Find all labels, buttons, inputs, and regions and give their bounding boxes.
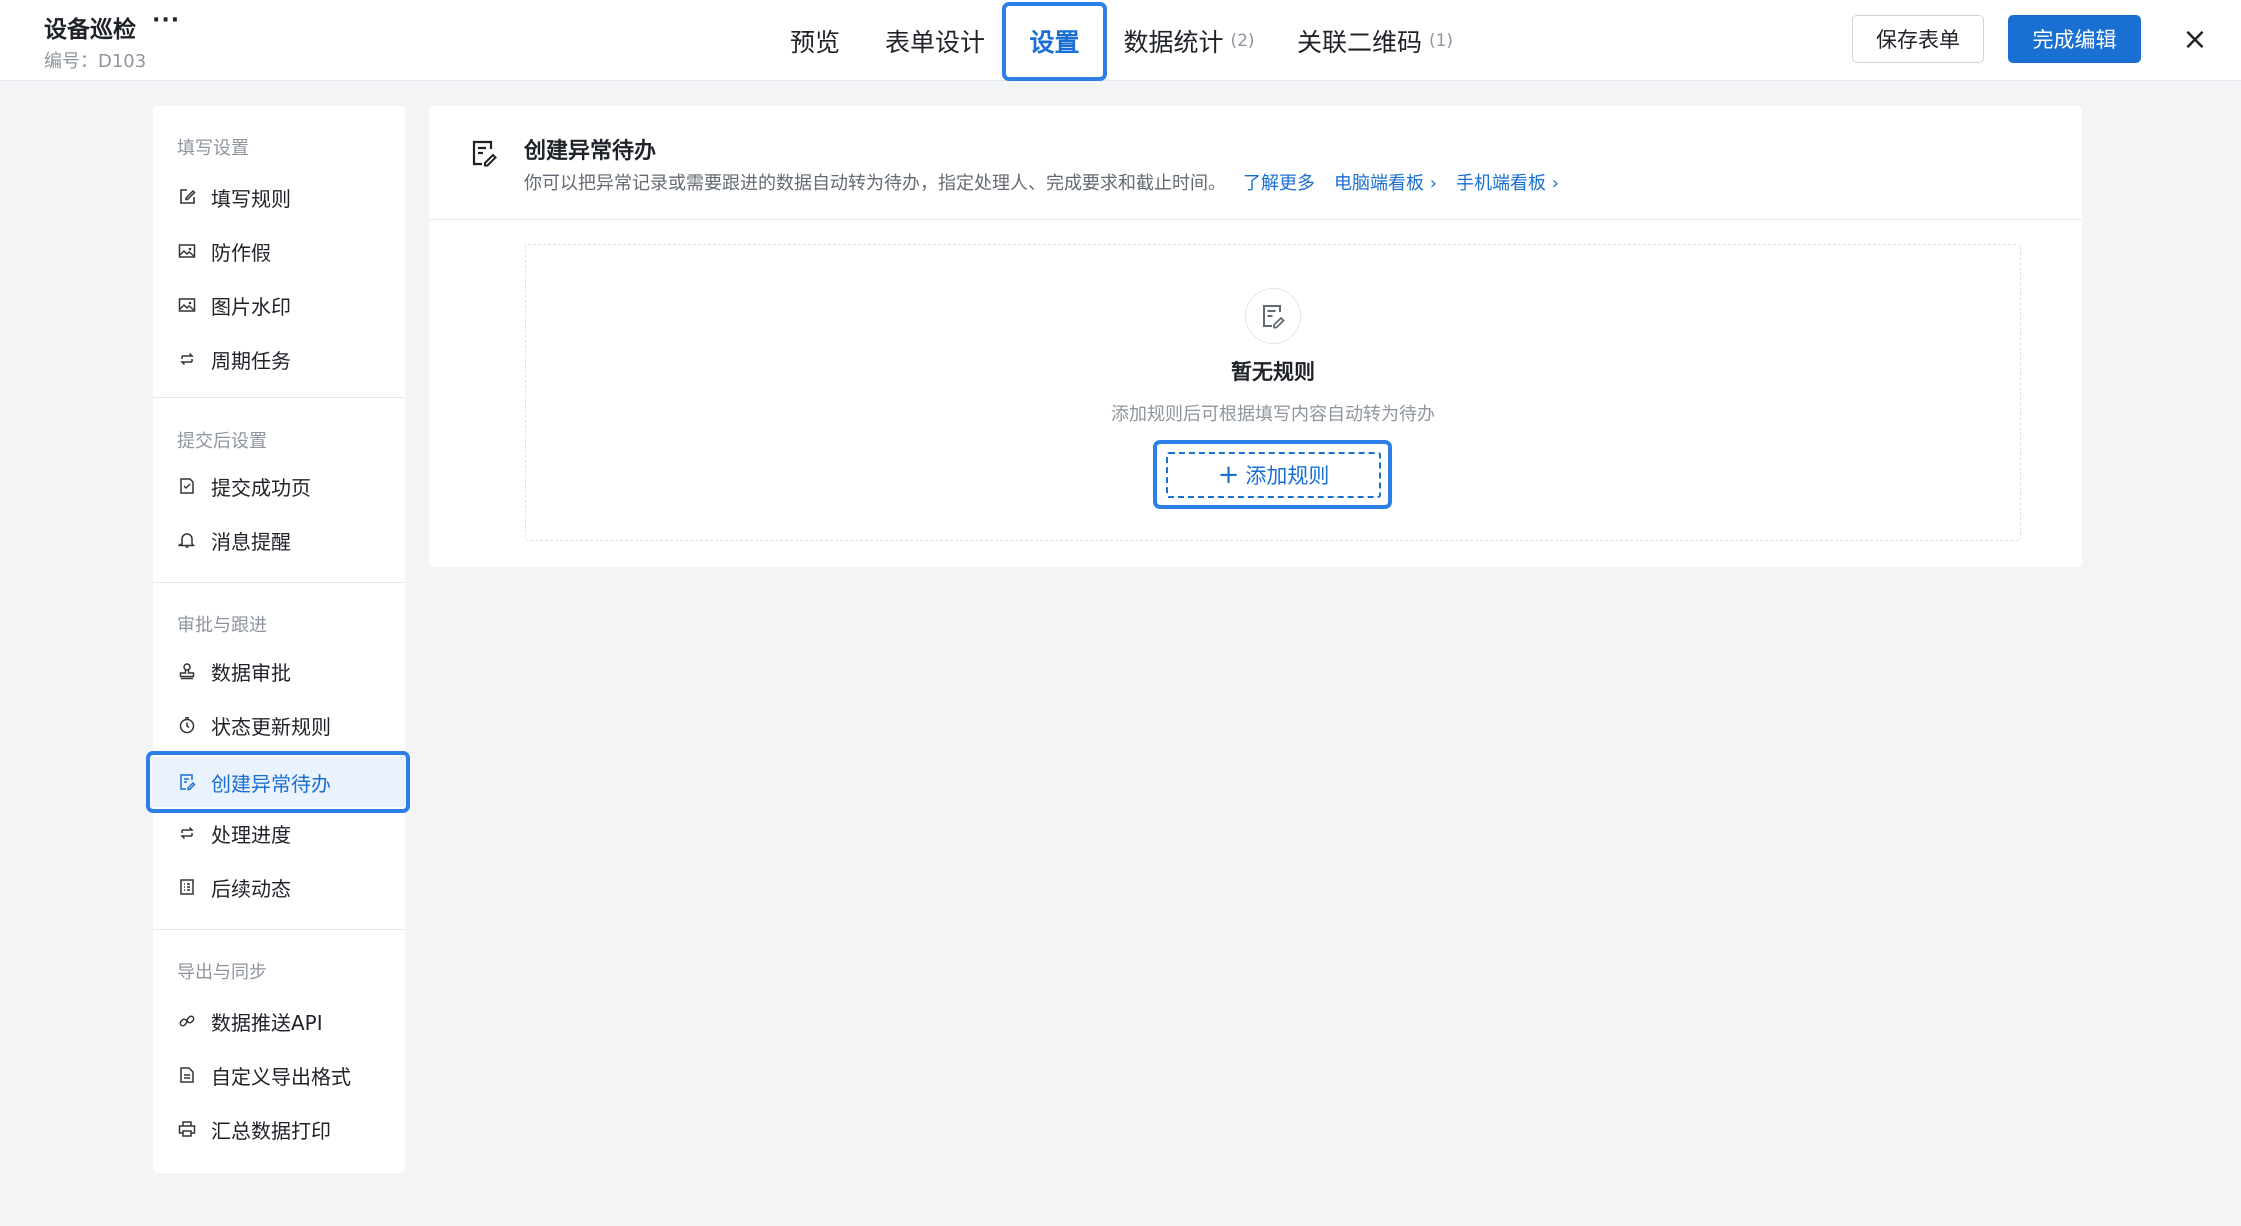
form-code: 编号：D103 [44,51,147,72]
sidebar-item-label: 填写规则 [211,186,291,211]
file-icon [177,1065,197,1085]
tab-data-stats[interactable]: 数据统计 (2) [1123,0,1255,81]
sidebar-item-label: 消息提醒 [211,529,291,554]
sidebar-item-label: 处理进度 [211,822,291,847]
save-form-button[interactable]: 保存表单 [1852,15,1984,63]
desktop-board-link[interactable]: 电脑端看板 › [1334,169,1437,195]
sidebar-item-follow-up-activity[interactable]: 后续动态 [153,862,405,912]
finish-edit-button[interactable]: 完成编辑 [2008,15,2141,63]
panel-divider [429,219,2082,220]
section-title-export-sync: 导出与同步 [177,962,267,983]
tab-label: 表单设计 [884,27,985,57]
sidebar-item-periodic-task[interactable]: 周期任务 [153,334,405,384]
tab-settings[interactable]: 设置 [1002,0,1107,81]
learn-more-link[interactable]: 了解更多 [1243,169,1315,195]
empty-title: 暂无规则 [1231,360,1315,384]
doc-edit-icon [469,138,499,168]
sidebar-item-label: 后续动态 [211,876,291,901]
sidebar-divider [153,582,405,583]
tab-preview[interactable]: 预览 [785,0,845,81]
sidebar-item-data-approval[interactable]: 数据审批 [153,646,405,696]
sidebar-item-label: 图片水印 [211,294,291,319]
add-rule-button[interactable]: + 添加规则 [1166,452,1381,498]
mobile-board-link[interactable]: 手机端看板 › [1456,169,1559,195]
tab-qr-code[interactable]: 关联二维码 (1) [1296,0,1454,81]
sidebar-item-label: 提交成功页 [211,475,311,500]
sidebar-divider [153,929,405,930]
sidebar-item-data-push-api[interactable]: 数据推送API [153,996,405,1046]
sidebar-item-progress[interactable]: 处理进度 [153,808,405,858]
section-title-fill-settings: 填写设置 [177,138,249,159]
sidebar-item-label: 汇总数据打印 [211,1118,331,1143]
sidebar-item-label: 防作假 [211,240,271,265]
cycle-icon [177,349,197,369]
tab-label: 预览 [789,27,840,57]
cycle-icon [177,823,197,843]
tab-label: 设置 [1029,27,1080,57]
sidebar-item-message-reminder[interactable]: 消息提醒 [153,515,405,565]
tab-count: (2) [1230,30,1255,51]
tab-count: (1) [1428,30,1454,51]
sidebar-item-create-exception-todo[interactable]: 创建异常待办 [153,757,405,807]
printer-icon [177,1119,197,1139]
sidebar-item-label: 周期任务 [211,348,291,373]
stamp-icon [177,661,197,681]
doc-check-icon [177,476,197,496]
bell-icon [177,530,197,550]
doc-edit-icon [177,772,197,792]
panel-description: 你可以把异常记录或需要跟进的数据自动转为待办，指定处理人、完成要求和截止时间。 [524,173,1226,194]
sidebar-item-summary-print[interactable]: 汇总数据打印 [153,1104,405,1154]
image-icon [177,241,197,261]
link-icon [177,1011,197,1031]
sidebar-item-label: 自定义导出格式 [211,1064,351,1089]
sidebar-item-status-update-rules[interactable]: 状态更新规则 [153,700,405,750]
list-icon [177,877,197,897]
empty-rule-icon [1245,288,1301,344]
close-icon[interactable]: × [2180,20,2210,58]
top-bar: 设备巡检 ··· 编号：D103 预览 表单设计 设置 数据统计 (2) 关联二… [0,0,2241,81]
section-title-after-submit: 提交后设置 [177,431,267,452]
sidebar-item-label: 数据审批 [211,660,291,685]
form-title: 设备巡检 [44,17,136,43]
tab-label: 数据统计 [1123,27,1224,57]
more-icon[interactable]: ··· [152,8,180,33]
clock-icon [177,715,197,735]
sidebar-item-submit-success-page[interactable]: 提交成功页 [153,461,405,511]
settings-sidebar: 填写设置 填写规则 防作假 图片水印 周期任务 提交后设置 提交成功页 消息提醒… [146,106,410,1173]
sidebar-divider [153,397,405,398]
sidebar-item-label: 数据推送API [211,1010,323,1035]
edit-icon [177,187,197,207]
section-title-approval: 审批与跟进 [177,615,267,636]
tab-label: 关联二维码 [1296,27,1422,57]
sidebar-item-image-watermark[interactable]: 图片水印 [153,280,405,330]
empty-subtitle: 添加规则后可根据填写内容自动转为待办 [1111,404,1435,425]
add-rule-label: 添加规则 [1245,464,1330,488]
sidebar-item-custom-export-format[interactable]: 自定义导出格式 [153,1050,405,1100]
sidebar-item-label: 创建异常待办 [211,771,331,796]
sidebar-item-anti-fraud[interactable]: 防作假 [153,226,405,276]
sidebar-item-fill-rules[interactable]: 填写规则 [153,172,405,222]
tab-form-design[interactable]: 表单设计 [880,0,990,81]
plus-icon: + [1217,460,1240,490]
sidebar-item-label: 状态更新规则 [211,714,331,739]
image-icon [177,295,197,315]
panel-title: 创建异常待办 [524,139,657,164]
